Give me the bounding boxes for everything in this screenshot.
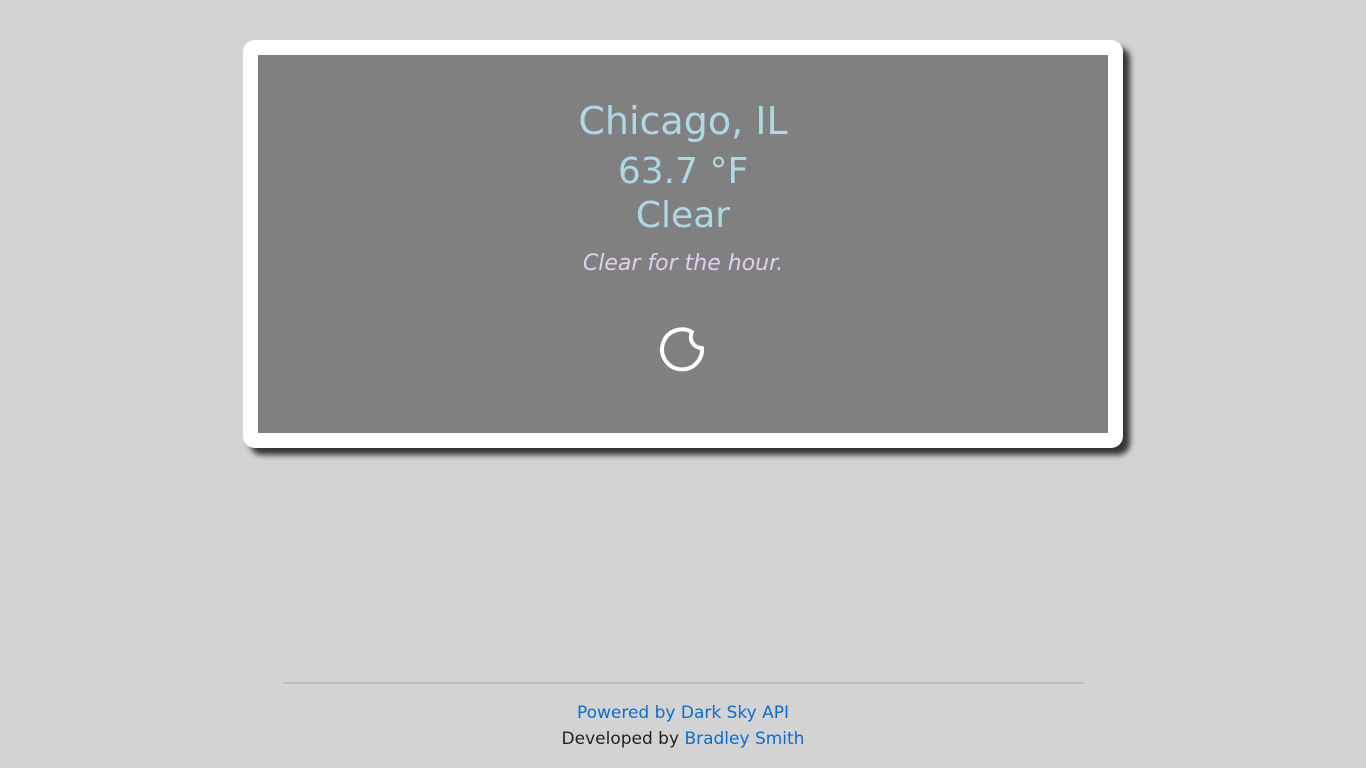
developed-by-line: Developed by Bradley Smith <box>0 726 1366 752</box>
powered-by-line: Powered by Dark Sky API <box>0 700 1366 726</box>
clear-night-moon-icon <box>660 327 705 372</box>
weather-summary: Clear <box>635 195 731 236</box>
weather-card: Chicago, IL 63.7 °F Clear Clear for the … <box>243 40 1123 448</box>
footer-divider <box>283 682 1084 684</box>
footer: Powered by Dark Sky API Developed by Bra… <box>0 700 1366 752</box>
weather-card-body: Chicago, IL 63.7 °F Clear Clear for the … <box>258 55 1108 433</box>
minutely-summary: Clear for the hour. <box>582 251 784 276</box>
developed-by-label: Developed by <box>561 729 680 749</box>
dark-sky-link[interactable]: Powered by Dark Sky API <box>577 703 789 723</box>
temperature-value: 63.7 °F <box>617 151 749 192</box>
developer-link[interactable]: Bradley Smith <box>684 729 804 749</box>
location-title: Chicago, IL <box>578 99 788 143</box>
